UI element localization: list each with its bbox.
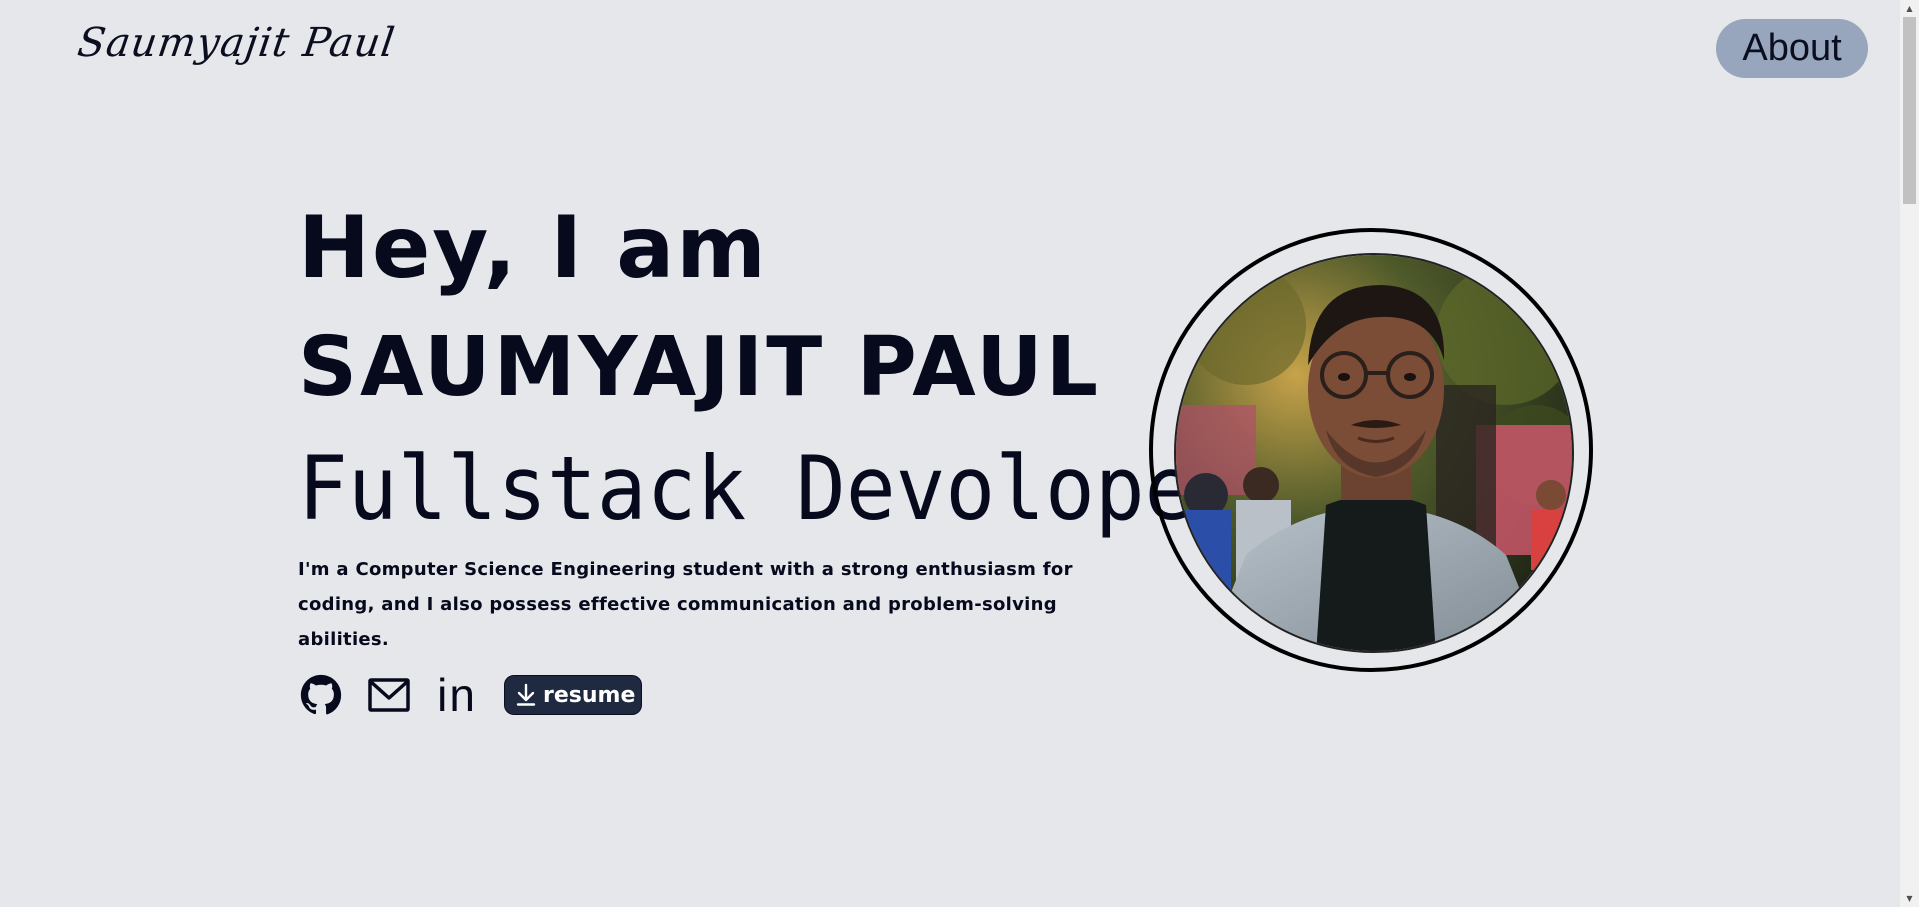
scroll-thumb[interactable]	[1903, 17, 1916, 204]
hero-role: Fullstack Devoloper	[298, 437, 1245, 540]
resume-download-button[interactable]: resume	[504, 675, 643, 715]
page: Saumyajit Paul About Hey, I am SAUMYAJIT…	[0, 0, 1919, 907]
github-link[interactable]	[298, 672, 344, 718]
social-links: in resume	[298, 672, 643, 718]
scrollbar[interactable]: ▲ ▼	[1900, 0, 1919, 907]
scroll-up-arrow[interactable]: ▲	[1900, 0, 1919, 17]
scroll-down-arrow[interactable]: ▼	[1900, 890, 1919, 907]
hero-name: SAUMYAJIT PAUL	[298, 320, 1102, 415]
site-logo[interactable]: Saumyajit Paul	[75, 20, 398, 66]
profile-photo	[1174, 253, 1574, 653]
hero-greeting: Hey, I am	[298, 198, 768, 298]
hero-description: I'm a Computer Science Engineering stude…	[298, 559, 1073, 650]
download-icon	[516, 683, 536, 706]
mail-icon	[368, 678, 410, 712]
email-link[interactable]	[366, 672, 412, 718]
resume-label: resume	[543, 682, 636, 708]
linkedin-icon: in	[437, 669, 477, 721]
about-button[interactable]: About	[1716, 19, 1868, 78]
linkedin-link[interactable]: in	[434, 672, 480, 718]
github-icon	[300, 674, 342, 715]
profile-photo-image	[1176, 255, 1572, 651]
